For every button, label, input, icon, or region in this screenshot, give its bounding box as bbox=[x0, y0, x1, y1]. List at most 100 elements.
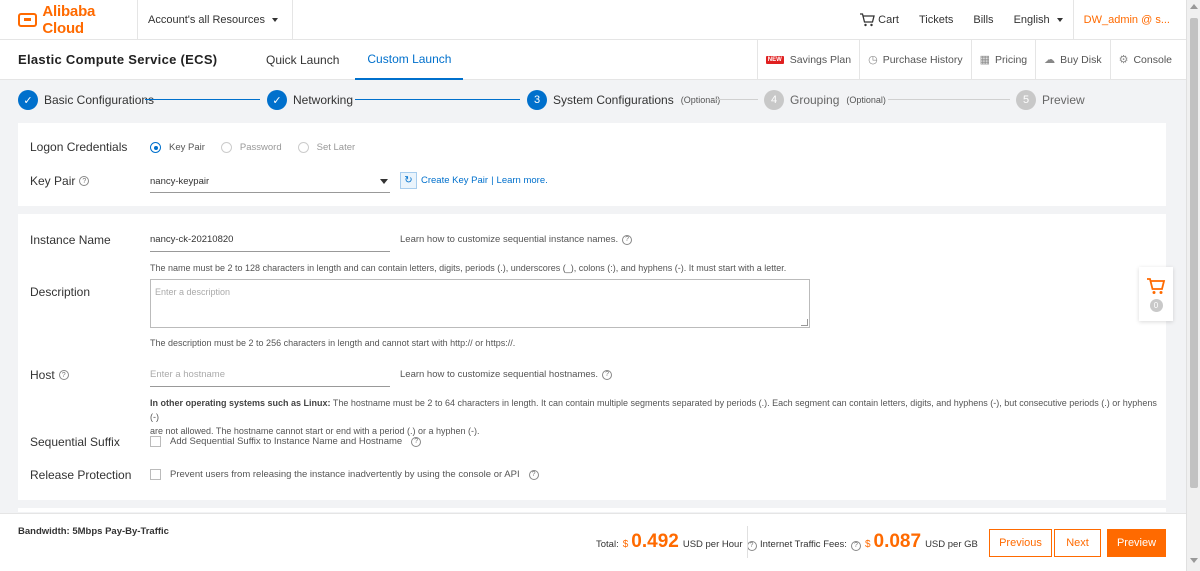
radio-key-pair[interactable]: Key Pair bbox=[150, 142, 205, 153]
tickets-link[interactable]: Tickets bbox=[909, 0, 963, 40]
step-connector bbox=[712, 99, 758, 100]
cart-icon bbox=[860, 12, 876, 26]
gear-icon: ⚙ bbox=[1118, 54, 1129, 66]
sequential-suffix-label: Sequential Suffix bbox=[30, 435, 120, 449]
help-icon[interactable]: ? bbox=[411, 436, 422, 447]
step-label: Preview bbox=[1042, 93, 1085, 107]
help-icon[interactable]: ? bbox=[622, 234, 633, 245]
help-icon[interactable]: ? bbox=[746, 540, 757, 551]
tab-quick-launch[interactable]: Quick Launch bbox=[254, 40, 351, 80]
refresh-icon[interactable]: ↻ bbox=[400, 172, 417, 189]
help-icon[interactable]: ? bbox=[58, 370, 69, 380]
savings-plan-link[interactable]: NEW Savings Plan bbox=[756, 39, 859, 80]
purchase-history-link[interactable]: ◷ Purchase History bbox=[859, 39, 971, 80]
help-icon[interactable]: ? bbox=[528, 469, 539, 480]
pricing-label: Pricing bbox=[995, 53, 1028, 66]
preview-button[interactable]: Preview bbox=[1107, 529, 1166, 557]
step-networking[interactable]: ✓ Networking bbox=[267, 90, 353, 110]
release-protection-label: Release Protection bbox=[30, 468, 132, 482]
instance-name-customize-link[interactable]: Learn how to customize sequential instan… bbox=[400, 234, 633, 245]
hostname-hint: In other operating systems such as Linux… bbox=[150, 396, 1160, 438]
radio-unselected-icon bbox=[297, 142, 309, 153]
scroll-up-arrow-icon[interactable] bbox=[1189, 4, 1198, 9]
resize-handle-icon[interactable] bbox=[801, 319, 808, 326]
purchase-history-label: Purchase History bbox=[882, 53, 963, 66]
price-divider bbox=[747, 526, 748, 558]
step-number: 5 bbox=[1016, 90, 1036, 110]
help-icon[interactable]: ? bbox=[602, 369, 613, 380]
radio-set-later[interactable]: Set Later bbox=[297, 142, 355, 153]
key-pair-selected-value: nancy-keypair bbox=[150, 176, 210, 187]
traffic-fee: Internet Traffic Fees: ? $ 0.087 USD per… bbox=[760, 531, 978, 553]
step-basic-configurations[interactable]: ✓ Basic Configurations bbox=[18, 90, 154, 110]
step-label: Networking bbox=[293, 93, 354, 107]
radio-password[interactable]: Password bbox=[220, 142, 282, 153]
create-key-pair-link[interactable]: Create Key Pair bbox=[421, 175, 488, 186]
tab-custom-launch[interactable]: Custom Launch bbox=[355, 40, 464, 80]
logon-credentials-radio-group: Key Pair Password Set Later bbox=[150, 142, 371, 153]
release-protection-checkbox[interactable] bbox=[150, 469, 161, 480]
next-button[interactable]: Next bbox=[1054, 529, 1101, 557]
step-grouping[interactable]: 4 Grouping (Optional) bbox=[764, 90, 886, 110]
checkmark-icon: ✓ bbox=[267, 90, 287, 110]
hostname-hint-line2: are not allowed. The hostname cannot sta… bbox=[150, 426, 480, 436]
total-amount: 0.492 bbox=[631, 531, 679, 552]
total-label: Total: bbox=[596, 539, 619, 550]
chevron-down-icon bbox=[272, 17, 279, 22]
description-hint: The description must be 2 to 256 charact… bbox=[150, 338, 516, 348]
hostname-input[interactable]: Enter a hostname bbox=[150, 363, 390, 387]
description-textarea[interactable]: Enter a description bbox=[150, 279, 810, 328]
buy-disk-label: Buy Disk bbox=[1060, 53, 1102, 66]
bandwidth-summary: Bandwidth: 5Mbps Pay-By-Traffic bbox=[18, 526, 169, 537]
order-footer: Bandwidth: 5Mbps Pay-By-Traffic Total: $… bbox=[0, 513, 1186, 571]
vertical-scrollbar[interactable] bbox=[1186, 0, 1200, 571]
floating-cart-button[interactable]: 0 bbox=[1139, 267, 1173, 321]
instance-name-customize-text: Learn how to customize sequential instan… bbox=[400, 234, 619, 245]
sequential-suffix-checkbox[interactable] bbox=[150, 436, 161, 447]
user-account-menu[interactable]: DW_admin @ s... bbox=[1072, 0, 1186, 40]
previous-button[interactable]: Previous bbox=[989, 529, 1052, 557]
disk-icon: ☁ bbox=[1044, 54, 1056, 66]
release-protection-checkbox-label: Prevent users from releasing the instanc… bbox=[170, 469, 520, 480]
resource-group-selector[interactable]: Account's all Resources bbox=[138, 0, 294, 40]
total-unit: USD per Hour bbox=[682, 539, 743, 550]
radio-unselected-icon bbox=[220, 142, 232, 153]
link-separator: | bbox=[491, 175, 494, 186]
wizard-steps: ✓ Basic Configurations ✓ Networking 3 Sy… bbox=[0, 81, 1186, 119]
cart-label: Cart bbox=[878, 13, 899, 26]
hostname-customize-link[interactable]: Learn how to customize sequential hostna… bbox=[400, 369, 613, 380]
sequential-suffix-checkbox-row[interactable]: Add Sequential Suffix to Instance Name a… bbox=[150, 436, 422, 447]
instance-name-input[interactable]: nancy-ck-20210820 bbox=[150, 228, 390, 252]
step-optional-tag: (Optional) bbox=[846, 95, 886, 105]
scroll-down-arrow-icon[interactable] bbox=[1190, 558, 1198, 563]
radio-selected-icon bbox=[150, 142, 161, 153]
alibaba-logo-icon bbox=[18, 12, 38, 27]
instance-name-label: Instance Name bbox=[30, 233, 111, 247]
learn-more-link[interactable]: Learn more. bbox=[497, 175, 548, 186]
bills-link[interactable]: Bills bbox=[963, 0, 1003, 40]
step-connector bbox=[355, 99, 520, 100]
buy-disk-link[interactable]: ☁ Buy Disk bbox=[1035, 39, 1109, 80]
step-connector bbox=[145, 99, 260, 100]
step-label: Basic Configurations bbox=[44, 93, 155, 107]
new-badge: NEW bbox=[765, 55, 784, 64]
scrollbar-thumb[interactable] bbox=[1190, 18, 1198, 488]
console-link[interactable]: ⚙ Console bbox=[1109, 39, 1186, 80]
cart-link[interactable]: Cart bbox=[849, 0, 909, 40]
logon-credentials-panel: Logon Credentials Key Pair Password Set … bbox=[18, 123, 1166, 206]
pricing-link[interactable]: ▦ Pricing bbox=[970, 39, 1036, 80]
language-selector[interactable]: English bbox=[1004, 0, 1073, 40]
total-price: Total: $ 0.492 USD per Hour ? bbox=[596, 531, 757, 553]
release-protection-checkbox-row[interactable]: Prevent users from releasing the instanc… bbox=[150, 469, 539, 480]
total-currency: $ bbox=[622, 539, 629, 550]
help-icon[interactable]: ? bbox=[79, 176, 90, 186]
alibaba-cloud-logo[interactable]: Alibaba Cloud bbox=[0, 0, 138, 40]
key-pair-select[interactable]: nancy-keypair bbox=[150, 171, 390, 193]
traffic-amount: 0.087 bbox=[873, 531, 922, 552]
step-preview[interactable]: 5 Preview bbox=[1016, 90, 1085, 110]
key-pair-links: ↻ Create Key Pair | Learn more. bbox=[400, 172, 548, 189]
description-placeholder: Enter a description bbox=[155, 287, 231, 297]
step-label: System Configurations bbox=[553, 93, 674, 107]
help-icon[interactable]: ? bbox=[850, 540, 861, 551]
traffic-currency: $ bbox=[864, 539, 871, 550]
